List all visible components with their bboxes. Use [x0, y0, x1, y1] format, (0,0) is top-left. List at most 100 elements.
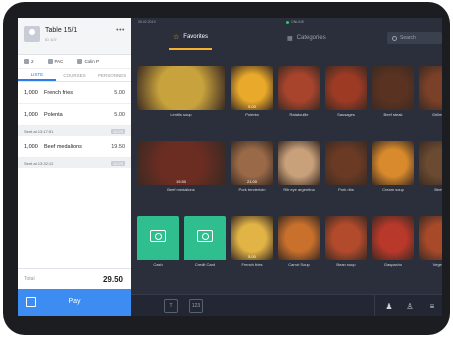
order-line[interactable]: 1,000 Beef medalions 19.50: [18, 136, 131, 158]
online-dot-icon: [286, 20, 289, 24]
user-icon[interactable]: ♙: [404, 300, 416, 312]
online-status: ONLINE: [286, 20, 304, 24]
line-price: 19.50: [111, 143, 125, 150]
search-box[interactable]: [387, 32, 442, 44]
order-total: Total 29.50: [18, 268, 131, 289]
more-dots-icon[interactable]: •••: [116, 27, 125, 34]
product-image: [325, 66, 367, 110]
catalog-panel: 05.02.2019 ONLINE ☆ Favorites ▦ Categori…: [131, 18, 442, 316]
tab-list[interactable]: LISTE: [18, 69, 56, 81]
product-tile[interactable]: 19.50 Beef medalions: [137, 141, 225, 193]
table-title[interactable]: Table 15/1: [45, 27, 77, 34]
product-name: Carrot Soup: [288, 262, 310, 267]
cash-icon: [150, 230, 166, 242]
star-icon: ☆: [173, 34, 180, 41]
product-name: Pork tenderloin: [238, 187, 266, 192]
payment-method-image: [184, 216, 226, 260]
product-tile[interactable]: Gaspacho: [372, 216, 414, 268]
total-amount: 29.50: [102, 274, 123, 284]
guests-icon: [24, 59, 29, 64]
product-image: [325, 216, 367, 260]
pos-screen: Table 15/1 ID 107 ••• 2 PAC Colin P LIST…: [18, 18, 442, 316]
tab-favorites[interactable]: ☆ Favorites: [169, 26, 212, 50]
product-name: Rib eye argentina: [283, 187, 315, 192]
pay-label: Pay: [68, 298, 81, 305]
guests-meta[interactable]: 2: [24, 59, 34, 64]
product-tile[interactable]: Ratatouille: [278, 66, 320, 118]
product-image: [372, 216, 414, 260]
product-tile[interactable]: Beef steak: [372, 66, 414, 118]
product-name: Vegetab: [432, 262, 442, 267]
product-image: [419, 141, 442, 185]
product-image: [278, 216, 320, 260]
category-icon: [47, 59, 53, 64]
product-name: Beef medalions: [167, 187, 195, 192]
product-name: Cream soup: [382, 187, 404, 192]
credit-card-tile[interactable]: Credit Card: [184, 216, 226, 268]
product-tile[interactable]: Vegetab: [419, 216, 442, 268]
sent-time-badge: 10:20: [110, 160, 125, 166]
order-header: Table 15/1 ID 107 •••: [18, 18, 131, 55]
product-name: French fries: [241, 262, 263, 267]
line-name: Beef medalions: [44, 143, 82, 150]
product-name: Beef s: [434, 187, 442, 192]
category-meta[interactable]: PAC: [47, 59, 63, 64]
line-price: 5.00: [114, 89, 125, 96]
product-name: Lentils soup: [170, 112, 192, 117]
product-tile[interactable]: Lentils soup: [137, 66, 225, 118]
favorites-label: Favorites: [183, 34, 208, 40]
pay-button[interactable]: Pay: [18, 289, 131, 316]
product-tile[interactable]: 21.00 Pork tenderloin: [231, 141, 273, 193]
product-name: Credit Card: [194, 262, 216, 267]
grid-icon: ▦: [287, 35, 293, 42]
line-name: Polenta: [44, 111, 63, 118]
sent-time-badge: 10:20: [110, 128, 125, 134]
waiter-meta[interactable]: Colin P: [77, 59, 99, 64]
cash-tile[interactable]: Cash: [137, 216, 179, 268]
tab-courses[interactable]: COURSES: [56, 69, 94, 81]
product-tile[interactable]: Cream soup: [372, 141, 414, 193]
sent-label: Sent at 13:17:51: [24, 128, 54, 134]
status-bar: 05.02.2019 ONLINE: [131, 18, 442, 26]
product-name: Polenta: [245, 112, 259, 117]
transfer-button[interactable]: T: [164, 299, 178, 313]
line-name: French fries: [44, 89, 74, 96]
line-qty: 1,000: [24, 143, 38, 150]
product-price: 19.50: [175, 179, 186, 184]
search-icon: [392, 35, 397, 41]
sent-separator: Sent at 13:17:51 10:20: [18, 126, 131, 136]
product-tile[interactable]: Grilled m: [419, 66, 442, 118]
product-image: [419, 216, 442, 260]
tab-persons[interactable]: PERSONNES: [93, 69, 131, 81]
menu-icon[interactable]: ≡: [426, 300, 438, 312]
product-image: [278, 66, 320, 110]
order-panel: Table 15/1 ID 107 ••• 2 PAC Colin P LIST…: [18, 18, 131, 316]
product-tile[interactable]: Beef s: [419, 141, 442, 193]
product-tile[interactable]: 5.00 Polenta: [231, 66, 273, 118]
order-line[interactable]: 1,000 Polenta 5.00: [18, 104, 131, 126]
catalog-nav: ☆ Favorites ▦ Categories: [131, 26, 442, 50]
search-input[interactable]: [400, 35, 440, 41]
credit-card-icon: [197, 230, 213, 242]
product-tile[interactable]: Bean soup: [325, 216, 367, 268]
order-line[interactable]: 1,000 French fries 5.00: [18, 82, 131, 104]
product-tile[interactable]: Rib eye argentina: [278, 141, 320, 193]
product-image: [372, 141, 414, 185]
line-price: 5.00: [114, 111, 125, 118]
payment-method-image: [137, 216, 179, 260]
tab-categories[interactable]: ▦ Categories: [287, 26, 326, 50]
bell-icon[interactable]: ♟: [383, 300, 395, 312]
product-name: Bean soup: [336, 262, 356, 267]
product-tile[interactable]: 5.00 French fries: [231, 216, 273, 268]
product-tile[interactable]: Carrot Soup: [278, 216, 320, 268]
product-tile[interactable]: Pork ribs: [325, 141, 367, 193]
waiter-icon: [77, 59, 83, 64]
product-image: [419, 66, 442, 110]
sent-label: Sent at 13:32:12: [24, 160, 54, 166]
sent-separator: Sent at 13:32:12 10:20: [18, 158, 131, 168]
product-tile[interactable]: Sausages: [325, 66, 367, 118]
product-name: Pork ribs: [338, 187, 354, 192]
numpad-button[interactable]: 123: [189, 299, 203, 313]
product-price: 5.00: [248, 104, 256, 109]
product-price: 21.00: [246, 179, 257, 184]
